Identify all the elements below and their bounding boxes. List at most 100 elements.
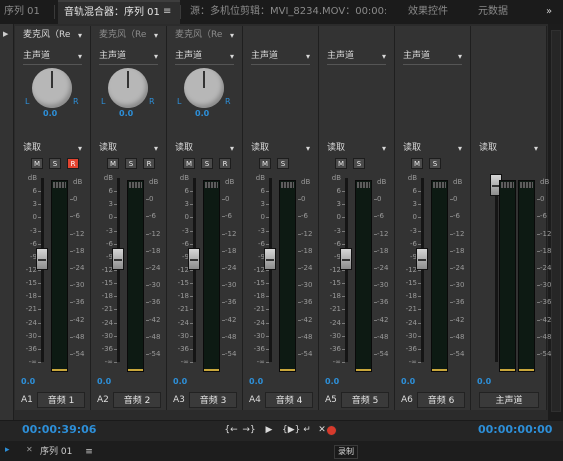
meter-scale-text: -48 bbox=[149, 332, 161, 341]
volume-value[interactable]: 0.0 bbox=[325, 377, 339, 386]
volume-value[interactable]: 0.0 bbox=[249, 377, 263, 386]
solo-button[interactable]: S bbox=[125, 158, 137, 169]
close-icon[interactable]: ✕ bbox=[26, 445, 33, 454]
fader-scale-text: -21 bbox=[405, 305, 417, 314]
tab-menu-icon[interactable]: ≡ bbox=[163, 0, 175, 24]
pan-value[interactable]: 0.0 bbox=[43, 109, 57, 118]
volume-fader-handle[interactable] bbox=[340, 247, 352, 270]
play-button[interactable]: ▶ bbox=[262, 424, 276, 437]
automation-mode-dropdown[interactable]: 读取 ▾ bbox=[479, 143, 538, 154]
volume-fader-handle[interactable] bbox=[416, 247, 428, 270]
automation-mode-dropdown[interactable]: 读取 ▾ bbox=[99, 143, 158, 154]
meter-scale-text: -18 bbox=[453, 246, 465, 255]
record-arm-button[interactable]: R bbox=[219, 158, 231, 169]
pan-value[interactable]: 0.0 bbox=[119, 109, 133, 118]
dropdown-underline bbox=[175, 64, 234, 65]
fader-scale-tick bbox=[38, 362, 41, 363]
pan-value[interactable]: 0.0 bbox=[195, 109, 209, 118]
volume-value[interactable]: 0.0 bbox=[173, 377, 187, 386]
output-dropdown[interactable]: 主声道 ▾ bbox=[327, 51, 386, 62]
track-name-field[interactable]: 音频 1 bbox=[37, 392, 85, 408]
meter-scale-tick bbox=[537, 336, 540, 338]
volume-value[interactable]: 0.0 bbox=[401, 377, 415, 386]
fader-track bbox=[193, 178, 196, 362]
tab-sequence[interactable]: 序列 01 bbox=[4, 0, 48, 24]
fader-scale-text: -6 bbox=[182, 239, 189, 248]
volume-value[interactable]: 0.0 bbox=[97, 377, 111, 386]
play-in-to-out-button[interactable]: {▶} bbox=[282, 424, 300, 437]
channel-strip: 主声道 ▾ 读取 ▾ M SdB 6 3 0 -3 -6 -9 -12 -15 -18 -21 -24 -30 -3… bbox=[395, 26, 471, 410]
meter-scale-text: dB bbox=[377, 178, 387, 186]
fader-scale-label: 6 bbox=[171, 187, 189, 196]
mixer-left-collapse-strip[interactable]: ▶ bbox=[0, 24, 14, 420]
meter-scale-label: -30 bbox=[71, 281, 87, 290]
dropdown-underline bbox=[23, 64, 82, 65]
track-name-field[interactable]: 音频 3 bbox=[189, 392, 237, 408]
output-dropdown[interactable]: 主声道 ▾ bbox=[175, 51, 234, 62]
meter-scale-tick bbox=[298, 268, 301, 269]
mute-button[interactable]: M bbox=[259, 158, 271, 169]
tab-audio-track-mixer[interactable]: 音轨混合器：序列 01 bbox=[58, 0, 180, 24]
output-dropdown[interactable]: 主声道 ▾ bbox=[99, 51, 158, 62]
volume-fader-handle[interactable] bbox=[188, 247, 200, 270]
record-arm-button[interactable]: R bbox=[67, 158, 79, 169]
volume-fader-handle[interactable] bbox=[36, 247, 48, 270]
meter-scale-text: -6 bbox=[301, 212, 308, 221]
solo-button[interactable]: S bbox=[353, 158, 365, 169]
volume-fader-handle[interactable] bbox=[264, 247, 276, 270]
automation-mode-dropdown[interactable]: 读取 ▾ bbox=[251, 143, 310, 154]
pan-knob[interactable] bbox=[184, 68, 224, 108]
volume-value[interactable]: 0.0 bbox=[21, 377, 35, 386]
go-to-in-point-button[interactable]: {← bbox=[224, 424, 238, 437]
input-dropdown[interactable]: 麦克风（Re ▾ bbox=[23, 30, 82, 41]
solo-button[interactable]: S bbox=[49, 158, 61, 169]
meter-scale-text: -12 bbox=[453, 229, 465, 238]
volume-value[interactable]: 0.0 bbox=[477, 377, 491, 386]
fader-scale-label: -24 bbox=[171, 319, 189, 328]
track-name-field[interactable]: 音频 6 bbox=[417, 392, 465, 408]
volume-fader-handle[interactable] bbox=[112, 247, 124, 270]
pan-knob[interactable] bbox=[32, 68, 72, 108]
tab-effect-controls[interactable]: 效果控件 bbox=[408, 0, 464, 24]
loop-button[interactable]: ↵ bbox=[300, 424, 314, 437]
current-timecode[interactable]: 00:00:39:06 bbox=[22, 423, 96, 436]
meter-scale-text: -48 bbox=[540, 332, 552, 341]
mute-button[interactable]: M bbox=[31, 158, 43, 169]
mute-button[interactable]: M bbox=[183, 158, 195, 169]
expand-arrow-icon[interactable]: ▶ bbox=[3, 30, 8, 38]
record-arm-button[interactable]: R bbox=[143, 158, 155, 169]
record-button[interactable] bbox=[326, 425, 337, 436]
mute-button[interactable]: M bbox=[107, 158, 119, 169]
output-dropdown[interactable]: 主声道 ▾ bbox=[403, 51, 462, 62]
output-dropdown[interactable]: 主声道 ▾ bbox=[251, 51, 310, 62]
tab-source-monitor[interactable]: 源：多机位剪辑：MVI_8234.MOV：00:00:00:00 bbox=[190, 0, 386, 24]
mute-button[interactable]: M bbox=[335, 158, 347, 169]
track-name-field[interactable]: 音频 2 bbox=[113, 392, 161, 408]
solo-button[interactable]: S bbox=[201, 158, 213, 169]
track-name-field[interactable]: 音频 4 bbox=[265, 392, 313, 408]
track-name-field[interactable]: 音频 5 bbox=[341, 392, 389, 408]
panel-arrow-icon[interactable]: ▸ bbox=[5, 445, 15, 455]
automation-mode-dropdown[interactable]: 读取 ▾ bbox=[175, 143, 234, 154]
meter-scale-text: -54 bbox=[225, 350, 237, 358]
mute-button[interactable]: M bbox=[411, 158, 423, 169]
tab-overflow-icon[interactable]: » bbox=[546, 0, 560, 24]
solo-button[interactable]: S bbox=[429, 158, 441, 169]
track-name-field[interactable]: 主声道 bbox=[479, 392, 539, 408]
input-dropdown[interactable]: 麦克风（Re ▾ bbox=[175, 30, 234, 41]
input-dropdown[interactable]: 麦克风（Re ▾ bbox=[99, 30, 158, 41]
go-to-out-point-button[interactable]: →} bbox=[242, 424, 256, 437]
automation-mode-dropdown[interactable]: 读取 ▾ bbox=[403, 143, 462, 154]
automation-mode-dropdown[interactable]: 读取 ▾ bbox=[23, 143, 82, 154]
meter-scale-label: -6 bbox=[375, 212, 391, 221]
pan-knob[interactable] bbox=[108, 68, 148, 108]
fader-scale-label: dB bbox=[19, 174, 37, 183]
tab-metadata[interactable]: 元数据 bbox=[478, 0, 534, 24]
timeline-sequence-tab[interactable]: 序列 01 ≡ bbox=[40, 444, 93, 457]
fader-scale-label: 6 bbox=[399, 187, 417, 196]
timeline-tab-menu-icon[interactable]: ≡ bbox=[85, 447, 93, 457]
automation-mode-dropdown[interactable]: 读取 ▾ bbox=[327, 143, 386, 154]
fader-scale-label: -21 bbox=[323, 305, 341, 314]
output-dropdown[interactable]: 主声道 ▾ bbox=[23, 51, 82, 62]
solo-button[interactable]: S bbox=[277, 158, 289, 169]
